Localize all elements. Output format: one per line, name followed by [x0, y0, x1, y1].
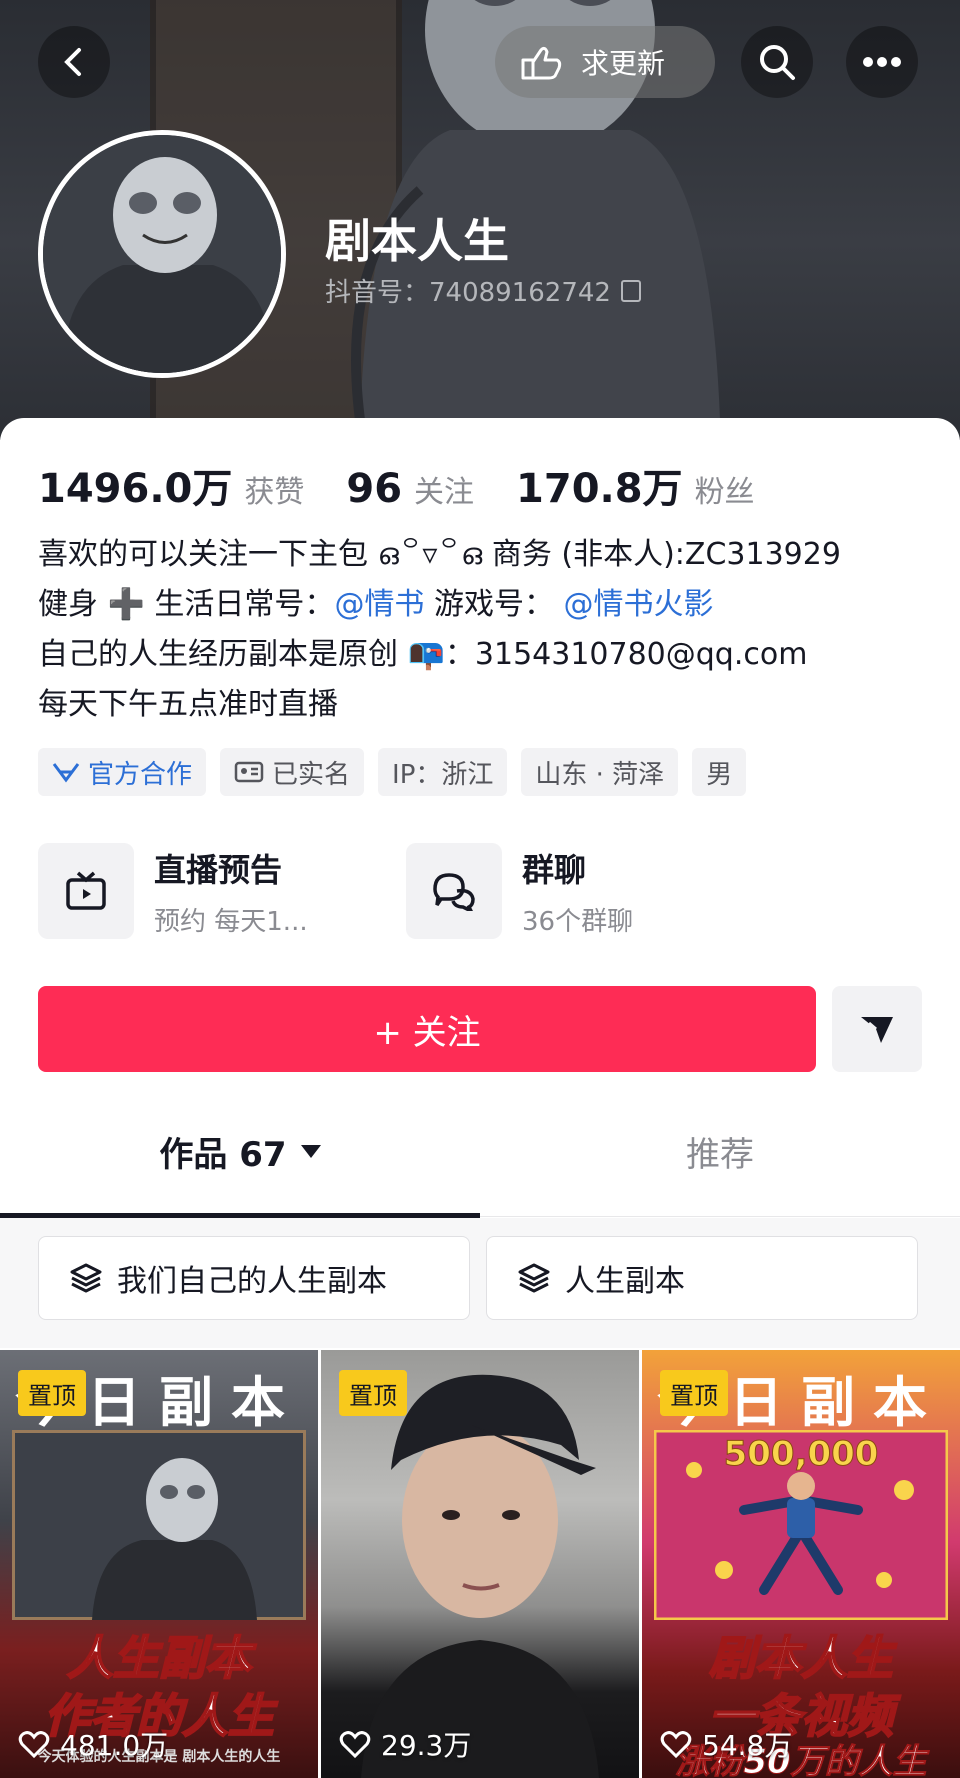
live-preview-icon-box	[38, 843, 134, 939]
content-tabs: 作品 67 推荐	[0, 1086, 960, 1218]
video-caption-1: 剧本人生	[708, 1630, 894, 1686]
game-account-link[interactable]: @情书火影	[564, 587, 714, 622]
fitness-account-link[interactable]: @情书	[334, 587, 424, 622]
more-options-button[interactable]	[846, 26, 918, 98]
live-preview-title: 直播预告	[154, 850, 283, 889]
official-cooperation-icon	[52, 763, 80, 783]
video-likes: 54.8万	[660, 1724, 792, 1764]
id-card-icon	[234, 761, 264, 783]
douyin-id-text: 抖音号：74089162742	[325, 278, 611, 308]
bio-line-2-mid: 游戏号：	[424, 587, 554, 622]
tab-recommend[interactable]: 推荐	[480, 1086, 960, 1216]
pinned-badge: 置顶	[660, 1370, 728, 1416]
request-update-label: 求更新	[581, 47, 666, 80]
send-icon	[861, 1017, 893, 1043]
followers-label: 粉丝	[694, 475, 755, 510]
group-chat-icon-box	[406, 843, 502, 939]
collection-life-dungeon[interactable]: 人生副本	[486, 1236, 918, 1320]
follow-button[interactable]: + 关注	[38, 986, 816, 1072]
followers-count[interactable]: 170.8万	[516, 456, 683, 514]
video-thumbnail[interactable]: 今日副本 500,000 剧本人生 一条视频 涨粉50万的人生 置顶 54.8万	[642, 1350, 960, 1778]
caret-down-icon	[300, 1144, 321, 1158]
profile-bio: 喜欢的可以关注一下主包 ഒ꒪▿꒪ഒ 商务 (非本人):ZC313929 健身 ➕…	[38, 530, 841, 730]
top-navigation-bar: 求更新	[0, 14, 960, 98]
more-dots-icon	[863, 57, 901, 67]
video-caption-1: 人生副本	[66, 1630, 252, 1686]
pinned-badge: 置顶	[339, 1370, 407, 1416]
tag-official-label: 官方合作	[88, 759, 193, 790]
video-likes-count: 29.3万	[381, 1729, 472, 1762]
request-update-button[interactable]: 求更新	[495, 26, 715, 98]
group-chat-subtitle: 36个群聊	[522, 906, 634, 937]
tab-works[interactable]: 作品 67	[0, 1086, 480, 1218]
video-illustration	[12, 1430, 306, 1620]
bio-line-4: 每天下午五点准时直播	[38, 687, 338, 722]
collection-1-label: 我们自己的人生副本	[117, 1264, 387, 1299]
group-chat-title: 群聊	[522, 850, 587, 889]
video-likes: 481.0万	[18, 1724, 168, 1764]
search-icon	[760, 45, 795, 80]
tv-icon	[66, 871, 106, 910]
douyin-id[interactable]: 抖音号：74089162742	[325, 272, 641, 309]
likes-label: 获赞	[244, 475, 305, 510]
layers-icon	[70, 1263, 102, 1293]
tab-works-label: 作品 67	[159, 1134, 287, 1175]
live-preview-entry[interactable]: 直播预告 预约 每天1...	[38, 843, 308, 939]
video-likes-count: 54.8万	[702, 1729, 793, 1762]
group-chat-entry[interactable]: 群聊 36个群聊	[406, 843, 633, 939]
video-thumbnail[interactable]: 置顶 29.3万	[321, 1350, 639, 1778]
profile-card: 1496.0万 获赞 96 关注 170.8万 粉丝 喜欢的可以关注一下主包 ഒ…	[0, 418, 960, 1778]
bio-line-3: 自己的人生经历副本是原创 📭：3154310780@qq.com	[38, 637, 808, 672]
heart-icon	[660, 1731, 692, 1758]
pinned-badge: 置顶	[18, 1370, 86, 1416]
collection-2-label: 人生副本	[565, 1264, 685, 1299]
tag-gender: 男	[692, 748, 747, 796]
profile-tags: 官方合作 已实名 IP：浙江 山东 · 菏泽 男	[38, 748, 747, 796]
layers-icon	[518, 1263, 550, 1293]
back-arrow-icon	[64, 48, 81, 76]
tag-verified[interactable]: 已实名	[220, 748, 365, 796]
following-count[interactable]: 96	[346, 466, 402, 512]
video-thumbnail[interactable]: 今日副本 人生副本 作者的人生 今天体验的人生副本是 剧本人生的人生 置顶 48…	[0, 1350, 318, 1778]
likes-count[interactable]: 1496.0万	[38, 456, 232, 514]
tag-hometown: 山东 · 菏泽	[521, 748, 679, 796]
heart-icon	[339, 1731, 371, 1758]
tag-official-cooperation[interactable]: 官方合作	[38, 748, 207, 796]
avatar-character-icon	[43, 135, 281, 373]
heart-icon	[18, 1731, 50, 1758]
collection-our-life-dungeon[interactable]: 我们自己的人生副本	[38, 1236, 470, 1320]
stats-row: 1496.0万 获赞 96 关注 170.8万 粉丝	[38, 456, 797, 514]
live-preview-subtitle: 预约 每天1...	[154, 906, 308, 937]
chat-bubbles-icon	[433, 873, 475, 911]
tag-verified-label: 已实名	[272, 759, 351, 790]
bio-line-1: 喜欢的可以关注一下主包 ഒ꒪▿꒪ഒ 商务 (非本人):ZC313929	[38, 537, 841, 572]
video-grid: 今日副本 人生副本 作者的人生 今天体验的人生副本是 剧本人生的人生 置顶 48…	[0, 1350, 960, 1778]
copy-icon[interactable]	[620, 279, 641, 302]
hand-point-icon	[521, 46, 562, 80]
search-button[interactable]	[741, 26, 813, 98]
bio-line-2: 健身 ➕ 生活日常号：@情书 游戏号： @情书火影	[38, 580, 841, 630]
video-badge-number: 500,000	[723, 1434, 879, 1475]
bio-line-2-prefix: 健身 ➕ 生活日常号：	[38, 587, 335, 622]
profile-name: 剧本人生	[325, 214, 509, 268]
share-button[interactable]	[832, 986, 922, 1072]
following-label: 关注	[414, 475, 475, 510]
profile-avatar[interactable]	[38, 130, 286, 378]
video-likes: 29.3万	[339, 1724, 471, 1764]
back-button[interactable]	[38, 26, 110, 98]
tag-ip-location: IP：浙江	[378, 748, 508, 796]
video-likes-count: 481.0万	[60, 1729, 169, 1762]
